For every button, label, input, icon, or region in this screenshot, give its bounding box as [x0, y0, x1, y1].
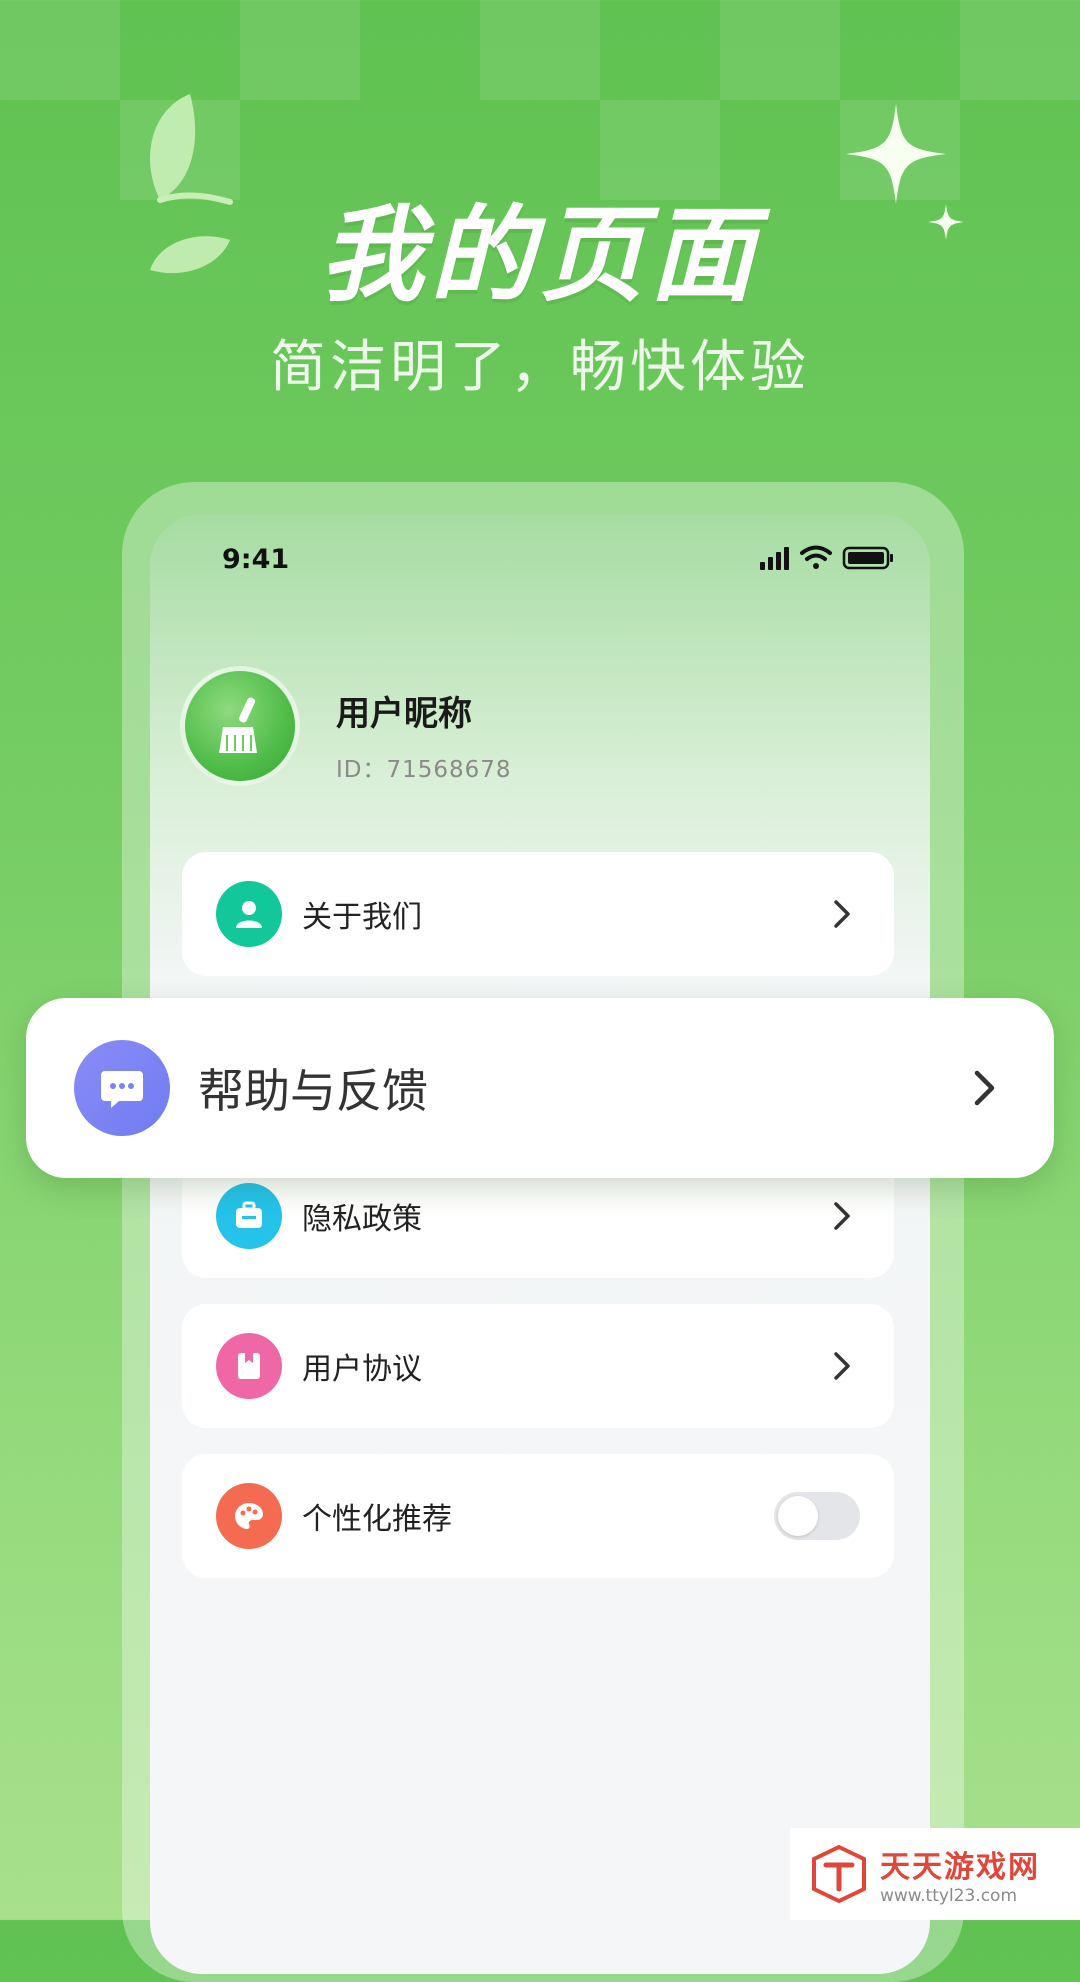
background-tile	[240, 0, 360, 100]
page-headline: 我的页面	[319, 194, 760, 316]
user-nickname: 用户昵称	[336, 694, 472, 734]
chevron-right-icon	[834, 900, 850, 928]
avatar[interactable]	[180, 666, 300, 786]
chevron-right-icon	[974, 1070, 995, 1106]
battery-icon	[842, 546, 893, 570]
background-tile	[480, 0, 600, 100]
personalized-recommendation-toggle[interactable]	[774, 1492, 860, 1540]
menu-item-label: 帮助与反馈	[198, 1064, 428, 1118]
background-tile	[720, 0, 840, 100]
menu-item-label: 用户协议	[302, 1352, 422, 1387]
chevron-right-icon	[834, 1202, 850, 1230]
chat-icon	[74, 1040, 170, 1136]
menu-item-about-us[interactable]: 关于我们	[182, 852, 894, 976]
background-tile	[0, 0, 120, 100]
menu-item-help-feedback[interactable]: 帮助与反馈	[26, 998, 1054, 1178]
briefcase-icon	[216, 1183, 282, 1249]
phone-screen: 9:41 用户昵称 ID：71568678 关于我们 隐私政策 用户协议 个性化…	[150, 514, 930, 1974]
menu-item-user-agreement[interactable]: 用户协议	[182, 1304, 894, 1428]
menu-item-label: 个性化推荐	[302, 1502, 452, 1537]
watermark-logo-icon	[812, 1844, 866, 1904]
page-subtitle: 简洁明了，畅快体验	[270, 335, 810, 400]
background-tile	[960, 0, 1080, 100]
wifi-icon	[800, 545, 832, 569]
user-icon	[216, 881, 282, 947]
user-id: ID：71568678	[336, 757, 512, 783]
toggle-knob	[778, 1496, 818, 1536]
menu-item-personalized-recommendation: 个性化推荐	[182, 1454, 894, 1578]
menu-item-label: 关于我们	[302, 900, 422, 935]
broom-icon	[219, 697, 257, 753]
watermark-title: 天天游戏网	[880, 1850, 1040, 1885]
document-icon	[216, 1333, 282, 1399]
status-icons	[760, 545, 893, 570]
chevron-right-icon	[834, 1352, 850, 1380]
status-time: 9:41	[222, 544, 290, 575]
signal-icon	[760, 547, 789, 570]
palette-icon	[216, 1483, 282, 1549]
watermark: 天天游戏网 www.ttyl23.com	[790, 1828, 1080, 1920]
watermark-url: www.ttyl23.com	[880, 1886, 1018, 1906]
menu-item-label: 隐私政策	[302, 1202, 422, 1237]
